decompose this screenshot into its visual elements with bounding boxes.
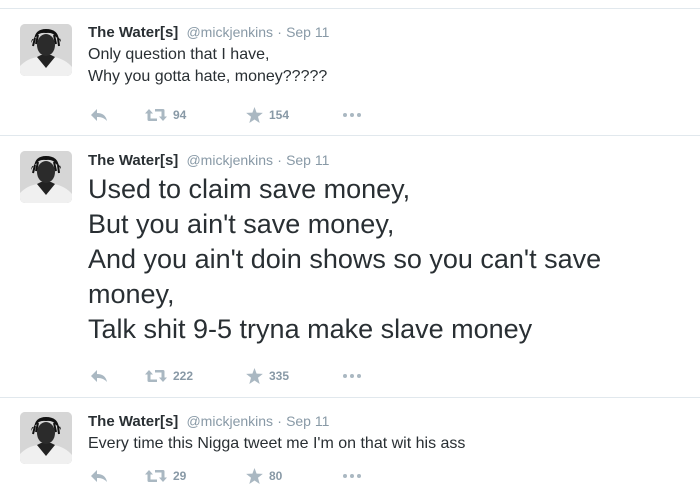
tweet-timestamp[interactable]: Sep 11 <box>286 152 329 168</box>
tweet-actions: 94 154 <box>88 106 388 124</box>
tweet-text-line: Every time this Nigga tweet me I'm on th… <box>88 435 466 452</box>
reply-icon <box>91 109 107 121</box>
retweet-button[interactable]: 94 <box>145 106 186 124</box>
tweet[interactable]: The Water[s] @mickjenkins · Sep 11 Every… <box>0 398 700 500</box>
tweet-text-line: Used to claim save money, <box>88 174 411 204</box>
retweet-count: 29 <box>173 469 187 483</box>
retweet-button[interactable]: 29 <box>145 467 186 485</box>
reply-icon <box>91 370 107 382</box>
separator-dot: · <box>277 413 282 429</box>
avatar[interactable] <box>20 24 72 76</box>
retweet-count: 222 <box>173 369 194 383</box>
tweet-timestamp[interactable]: Sep 11 <box>286 24 329 40</box>
retweet-count: 94 <box>173 108 187 122</box>
star-icon <box>246 468 263 484</box>
retweet-icon <box>145 370 167 382</box>
tweet-text: Only question that I have, Why you gotta… <box>88 44 686 88</box>
favorite-button[interactable]: 154 <box>246 106 289 124</box>
retweet-button[interactable]: 222 <box>145 367 193 385</box>
tweet-timestamp[interactable]: Sep 11 <box>286 413 329 429</box>
tweet-text-line: Talk shit 9-5 tryna make slave money <box>88 314 533 344</box>
favorite-count: 154 <box>269 108 290 122</box>
tweet[interactable]: The Water[s] @mickjenkins · Sep 11 Only … <box>0 9 700 136</box>
user-handle[interactable]: @mickjenkins <box>186 413 273 429</box>
tweet-text: Used to claim save money, But you ain't … <box>88 172 686 347</box>
star-icon <box>246 107 263 123</box>
user-fullname[interactable]: The Water[s] <box>88 413 178 430</box>
separator-dot: · <box>277 152 282 168</box>
separator-dot: · <box>277 24 282 40</box>
more-button[interactable] <box>342 106 362 124</box>
more-button[interactable] <box>342 467 362 485</box>
user-handle[interactable]: @mickjenkins <box>186 24 273 40</box>
reply-button[interactable] <box>90 106 108 124</box>
user-fullname[interactable]: The Water[s] <box>88 152 178 169</box>
tweet-text-line: But you ain't save money, <box>88 209 395 239</box>
tweet-header: The Water[s] @mickjenkins · Sep 11 <box>88 23 329 42</box>
more-dots-icon <box>343 474 361 478</box>
more-dots-icon <box>343 374 361 378</box>
tweet-text-line: money, <box>88 279 175 309</box>
favorite-button[interactable]: 335 <box>246 367 289 385</box>
retweet-icon <box>145 470 167 482</box>
user-handle[interactable]: @mickjenkins <box>186 152 273 168</box>
reply-button[interactable] <box>90 367 108 385</box>
star-icon <box>246 368 263 384</box>
more-dots-icon <box>343 113 361 117</box>
retweet-icon <box>145 109 167 121</box>
avatar[interactable] <box>20 151 72 203</box>
tweet-actions: 222 335 <box>88 367 388 385</box>
tweet[interactable]: The Water[s] @mickjenkins · Sep 11 Used … <box>0 136 700 398</box>
tweet-text: Every time this Nigga tweet me I'm on th… <box>88 433 686 455</box>
tweet-text-line: Only question that I have, <box>88 46 270 63</box>
favorite-count: 335 <box>269 369 290 383</box>
reply-button[interactable] <box>90 467 108 485</box>
tweet-timeline: The Water[s] @mickjenkins · Sep 11 Only … <box>0 0 700 500</box>
tweet-text-line: Why you gotta hate, money????? <box>88 68 328 85</box>
tweet-header: The Water[s] @mickjenkins · Sep 11 <box>88 412 329 431</box>
avatar[interactable] <box>20 412 72 464</box>
favorite-button[interactable]: 80 <box>246 467 282 485</box>
tweet-actions: 29 80 <box>88 467 388 485</box>
tweet-text-line: And you ain't doin shows so you can't sa… <box>88 244 602 274</box>
tweet-header: The Water[s] @mickjenkins · Sep 11 <box>88 151 329 170</box>
user-fullname[interactable]: The Water[s] <box>88 24 178 41</box>
reply-icon <box>91 470 107 482</box>
more-button[interactable] <box>342 367 362 385</box>
favorite-count: 80 <box>269 469 283 483</box>
